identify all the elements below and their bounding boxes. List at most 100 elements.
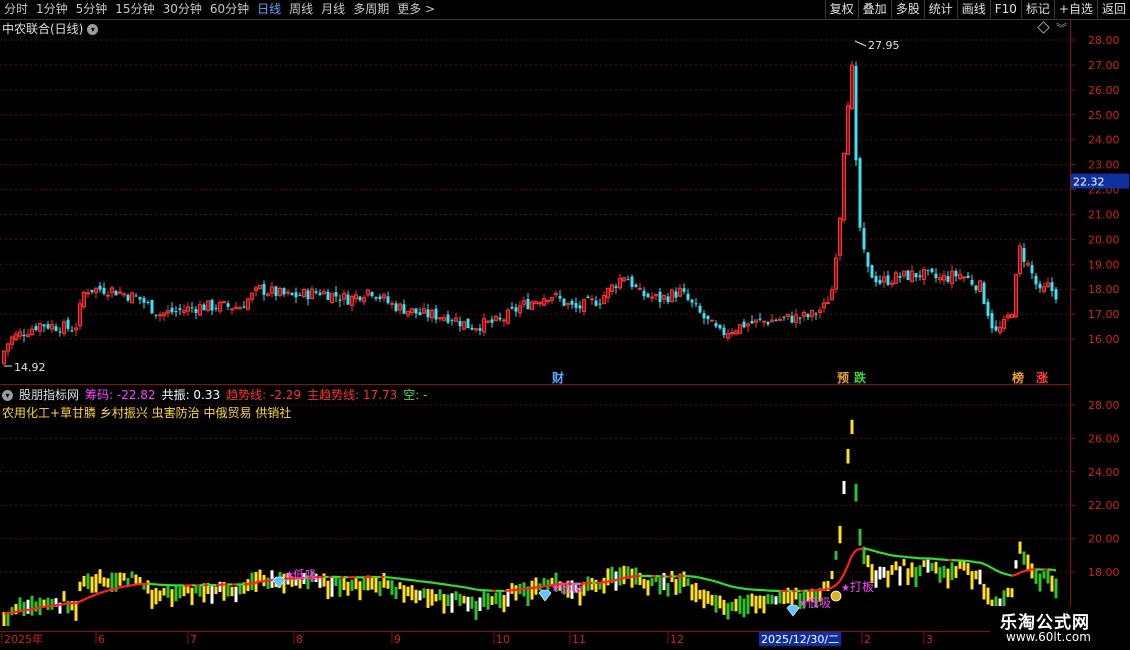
time-label: 2 (864, 633, 871, 646)
candle-body (766, 322, 770, 325)
trend-line-segment (27, 608, 33, 611)
indicator-bar (850, 419, 854, 435)
indicator-bar (842, 480, 846, 495)
candle-body (586, 296, 590, 299)
main-axis-label: 25.00 (1088, 109, 1120, 122)
indicator-bar (922, 560, 926, 568)
indicator-bar (182, 584, 186, 597)
indicator-bar (470, 596, 474, 609)
indicator-bar (1026, 554, 1030, 572)
candle-body (722, 327, 726, 336)
indicator-bar (830, 570, 834, 580)
trend-line-segment (863, 547, 869, 551)
indicator-bar (726, 603, 730, 620)
indicator-bar (762, 595, 766, 614)
indicator-bar (1038, 573, 1042, 592)
candle-body (370, 292, 374, 296)
candle-body (394, 303, 398, 312)
trend-line-segment (715, 580, 721, 584)
trend-line-segment (851, 549, 857, 556)
candle-body (970, 280, 974, 285)
trend-line-segment (107, 588, 113, 592)
indicator-bar (82, 575, 86, 587)
candle-body (666, 296, 670, 303)
indicator-bar (162, 588, 166, 596)
indicator-bars (2, 419, 1058, 626)
candle-body (986, 301, 990, 316)
candle-body (546, 299, 550, 302)
candle-body (450, 319, 454, 321)
trend-line-segment (731, 585, 737, 589)
indicator-bar (22, 601, 26, 617)
trend-line-segment (443, 583, 449, 587)
indicator-bar (490, 596, 494, 605)
indicator-bar (958, 561, 962, 569)
indicator-bar (770, 594, 774, 605)
indicator-bar (1002, 590, 1006, 607)
trend-line-segment (403, 578, 409, 581)
trend-line-segment (735, 586, 741, 590)
trend-line-segment (723, 583, 729, 587)
indicator-menu-icon[interactable]: ▾ (2, 389, 13, 401)
trend-line-segment (455, 584, 461, 588)
trend-line-segment (95, 591, 101, 596)
indicator-bar (694, 582, 698, 603)
indicator-bar (838, 525, 842, 544)
candle-body (578, 305, 582, 309)
candle-body (974, 285, 978, 291)
candle-body (590, 298, 594, 301)
candle-body (150, 300, 154, 314)
candle-body (158, 314, 162, 317)
candle-body (418, 312, 422, 316)
candle-body (286, 291, 290, 294)
indicator-bar (102, 577, 106, 587)
indicator-header: ▾ 股朋指标网 筹码: -22.82 共振: 0.33 趋势线: -2.29 主趋势线… (2, 387, 433, 403)
indicator-bar (422, 588, 426, 599)
indicator-bar (186, 586, 190, 594)
indicator-bar (402, 585, 406, 603)
candle-body (614, 286, 618, 288)
indicator-bar (398, 582, 402, 590)
indicator-bar (378, 581, 382, 596)
indicator-bar (934, 561, 938, 574)
candle-body (946, 276, 950, 282)
trend-line-segment (903, 555, 909, 559)
candle-body (374, 296, 378, 299)
trend-line-segment (979, 561, 985, 565)
candle-body (1022, 247, 1026, 262)
trend-line-segment (15, 609, 21, 613)
trend-line-segment (99, 590, 105, 594)
trend-line-segment (1027, 568, 1033, 572)
trend-line-segment (75, 600, 81, 605)
candle-body (878, 279, 882, 284)
indicator-bar (86, 573, 90, 589)
indicator-bar (1018, 541, 1022, 554)
kline-chart[interactable]: ★ 低吸★ 低吸★ 低吸★ 打板 28.0027.0026.0025.0024.0023… (0, 0, 1130, 650)
low-buy-label: 低吸 (807, 596, 831, 610)
concept-tags: 农用化工+草甘膦 乡村振兴 虫害防治 中俄贸易 供销社 (2, 406, 292, 420)
indicator-bar (30, 595, 34, 616)
event-mark-3: 榜 (1012, 370, 1024, 385)
indicator-bar (898, 566, 902, 586)
indicator-bar (394, 586, 398, 599)
candle-body (730, 332, 734, 335)
candle-body (642, 290, 646, 297)
trend-line-segment (695, 575, 701, 579)
low-buy-label: 低吸 (559, 581, 583, 595)
trend-line-segment (999, 571, 1005, 575)
time-label: 11 (572, 633, 586, 646)
candle-body (762, 320, 766, 323)
trend-line-segment (983, 562, 989, 567)
candle-body (378, 296, 382, 300)
candle-body (70, 330, 74, 332)
indicator-bar (450, 593, 454, 613)
indicator-bar (910, 562, 914, 578)
candle-body (134, 295, 138, 297)
candle-body (458, 320, 462, 327)
low-buy-label: 低吸 (293, 568, 317, 582)
indicator-bar (602, 577, 606, 594)
indicator-bar (1010, 588, 1014, 598)
indicator-bar (618, 567, 622, 586)
indicator-lines (3, 547, 1057, 615)
trend-line-segment (471, 587, 477, 591)
